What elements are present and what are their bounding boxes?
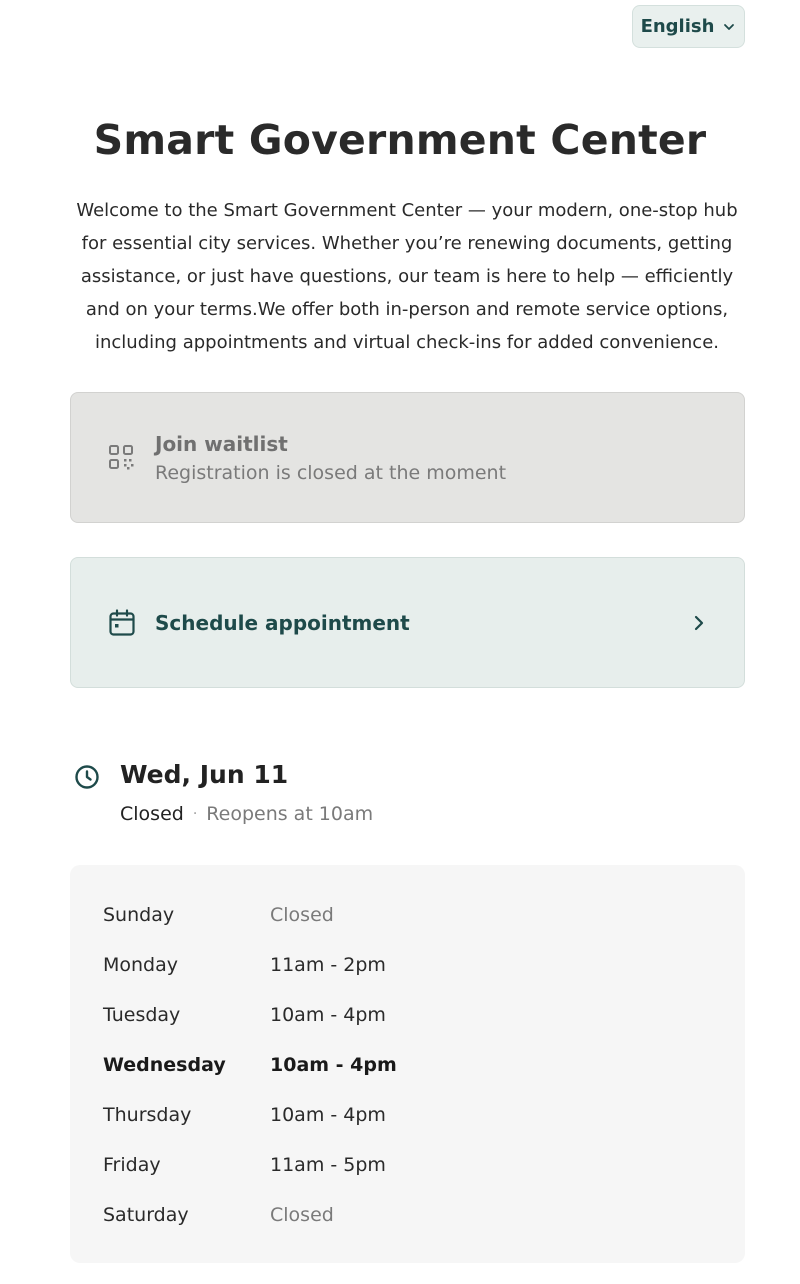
status-separator: · <box>192 806 198 822</box>
status-line: Closed · Reopens at 10am <box>120 803 373 825</box>
hours-row-sunday: Sunday Closed <box>103 890 745 940</box>
hours-row-friday: Friday 11am - 5pm <box>103 1140 745 1190</box>
hours-day: Monday <box>103 954 179 976</box>
page: English Smart Government Center Welcome … <box>0 0 800 1284</box>
hours-day: Saturday <box>103 1204 189 1226</box>
hours-row-monday: Monday 11am - 2pm <box>103 940 745 990</box>
waitlist-text: Join waitlist Registration is closed at … <box>155 432 708 484</box>
hours-time: 10am - 4pm <box>270 1054 397 1076</box>
language-selector[interactable]: English <box>632 5 745 48</box>
qr-code-icon <box>109 444 134 469</box>
status-reopens: Reopens at 10am <box>206 803 374 825</box>
hours-day: Wednesday <box>103 1054 226 1076</box>
intro-text: Welcome to the Smart Government Center —… <box>76 200 738 353</box>
hours-day: Thursday <box>103 1104 192 1126</box>
waitlist-subtitle: Registration is closed at the moment <box>155 461 507 484</box>
schedule-appointment-button[interactable]: Schedule appointment <box>70 557 745 688</box>
opening-hours-table: Sunday Closed Monday 11am - 2pm Tuesday … <box>70 865 745 1263</box>
hours-time: 11am - 2pm <box>270 954 386 976</box>
hours-day: Sunday <box>103 904 175 926</box>
hours-time: Closed <box>270 904 334 926</box>
calendar-icon <box>109 608 135 636</box>
hours-row-thursday: Thursday 10am - 4pm <box>103 1090 745 1140</box>
hours-row-saturday: Saturday Closed <box>103 1190 745 1240</box>
hours-time: 10am - 4pm <box>270 1104 386 1126</box>
page-title: Smart Government Center <box>93 116 707 164</box>
hours-day: Friday <box>103 1154 161 1176</box>
chevron-right-icon <box>694 615 704 630</box>
status-state: Closed <box>120 803 184 825</box>
hours-day: Tuesday <box>103 1004 181 1026</box>
clock-icon <box>75 765 99 789</box>
waitlist-title: Join waitlist <box>155 431 288 456</box>
hours-row-tuesday: Tuesday 10am - 4pm <box>103 990 745 1040</box>
hours-time: Closed <box>270 1204 334 1226</box>
status-date: Wed, Jun 11 <box>120 760 289 789</box>
language-label: English <box>640 16 715 37</box>
schedule-text: Schedule appointment <box>155 611 690 635</box>
hours-row-wednesday: Wednesday 10am - 4pm <box>103 1040 745 1090</box>
schedule-title: Schedule appointment <box>155 610 410 635</box>
hours-time: 11am - 5pm <box>270 1154 386 1176</box>
chevron-down-icon <box>724 23 735 30</box>
hours-time: 10am - 4pm <box>270 1004 386 1026</box>
join-waitlist-button[interactable]: Join waitlist Registration is closed at … <box>70 392 745 523</box>
